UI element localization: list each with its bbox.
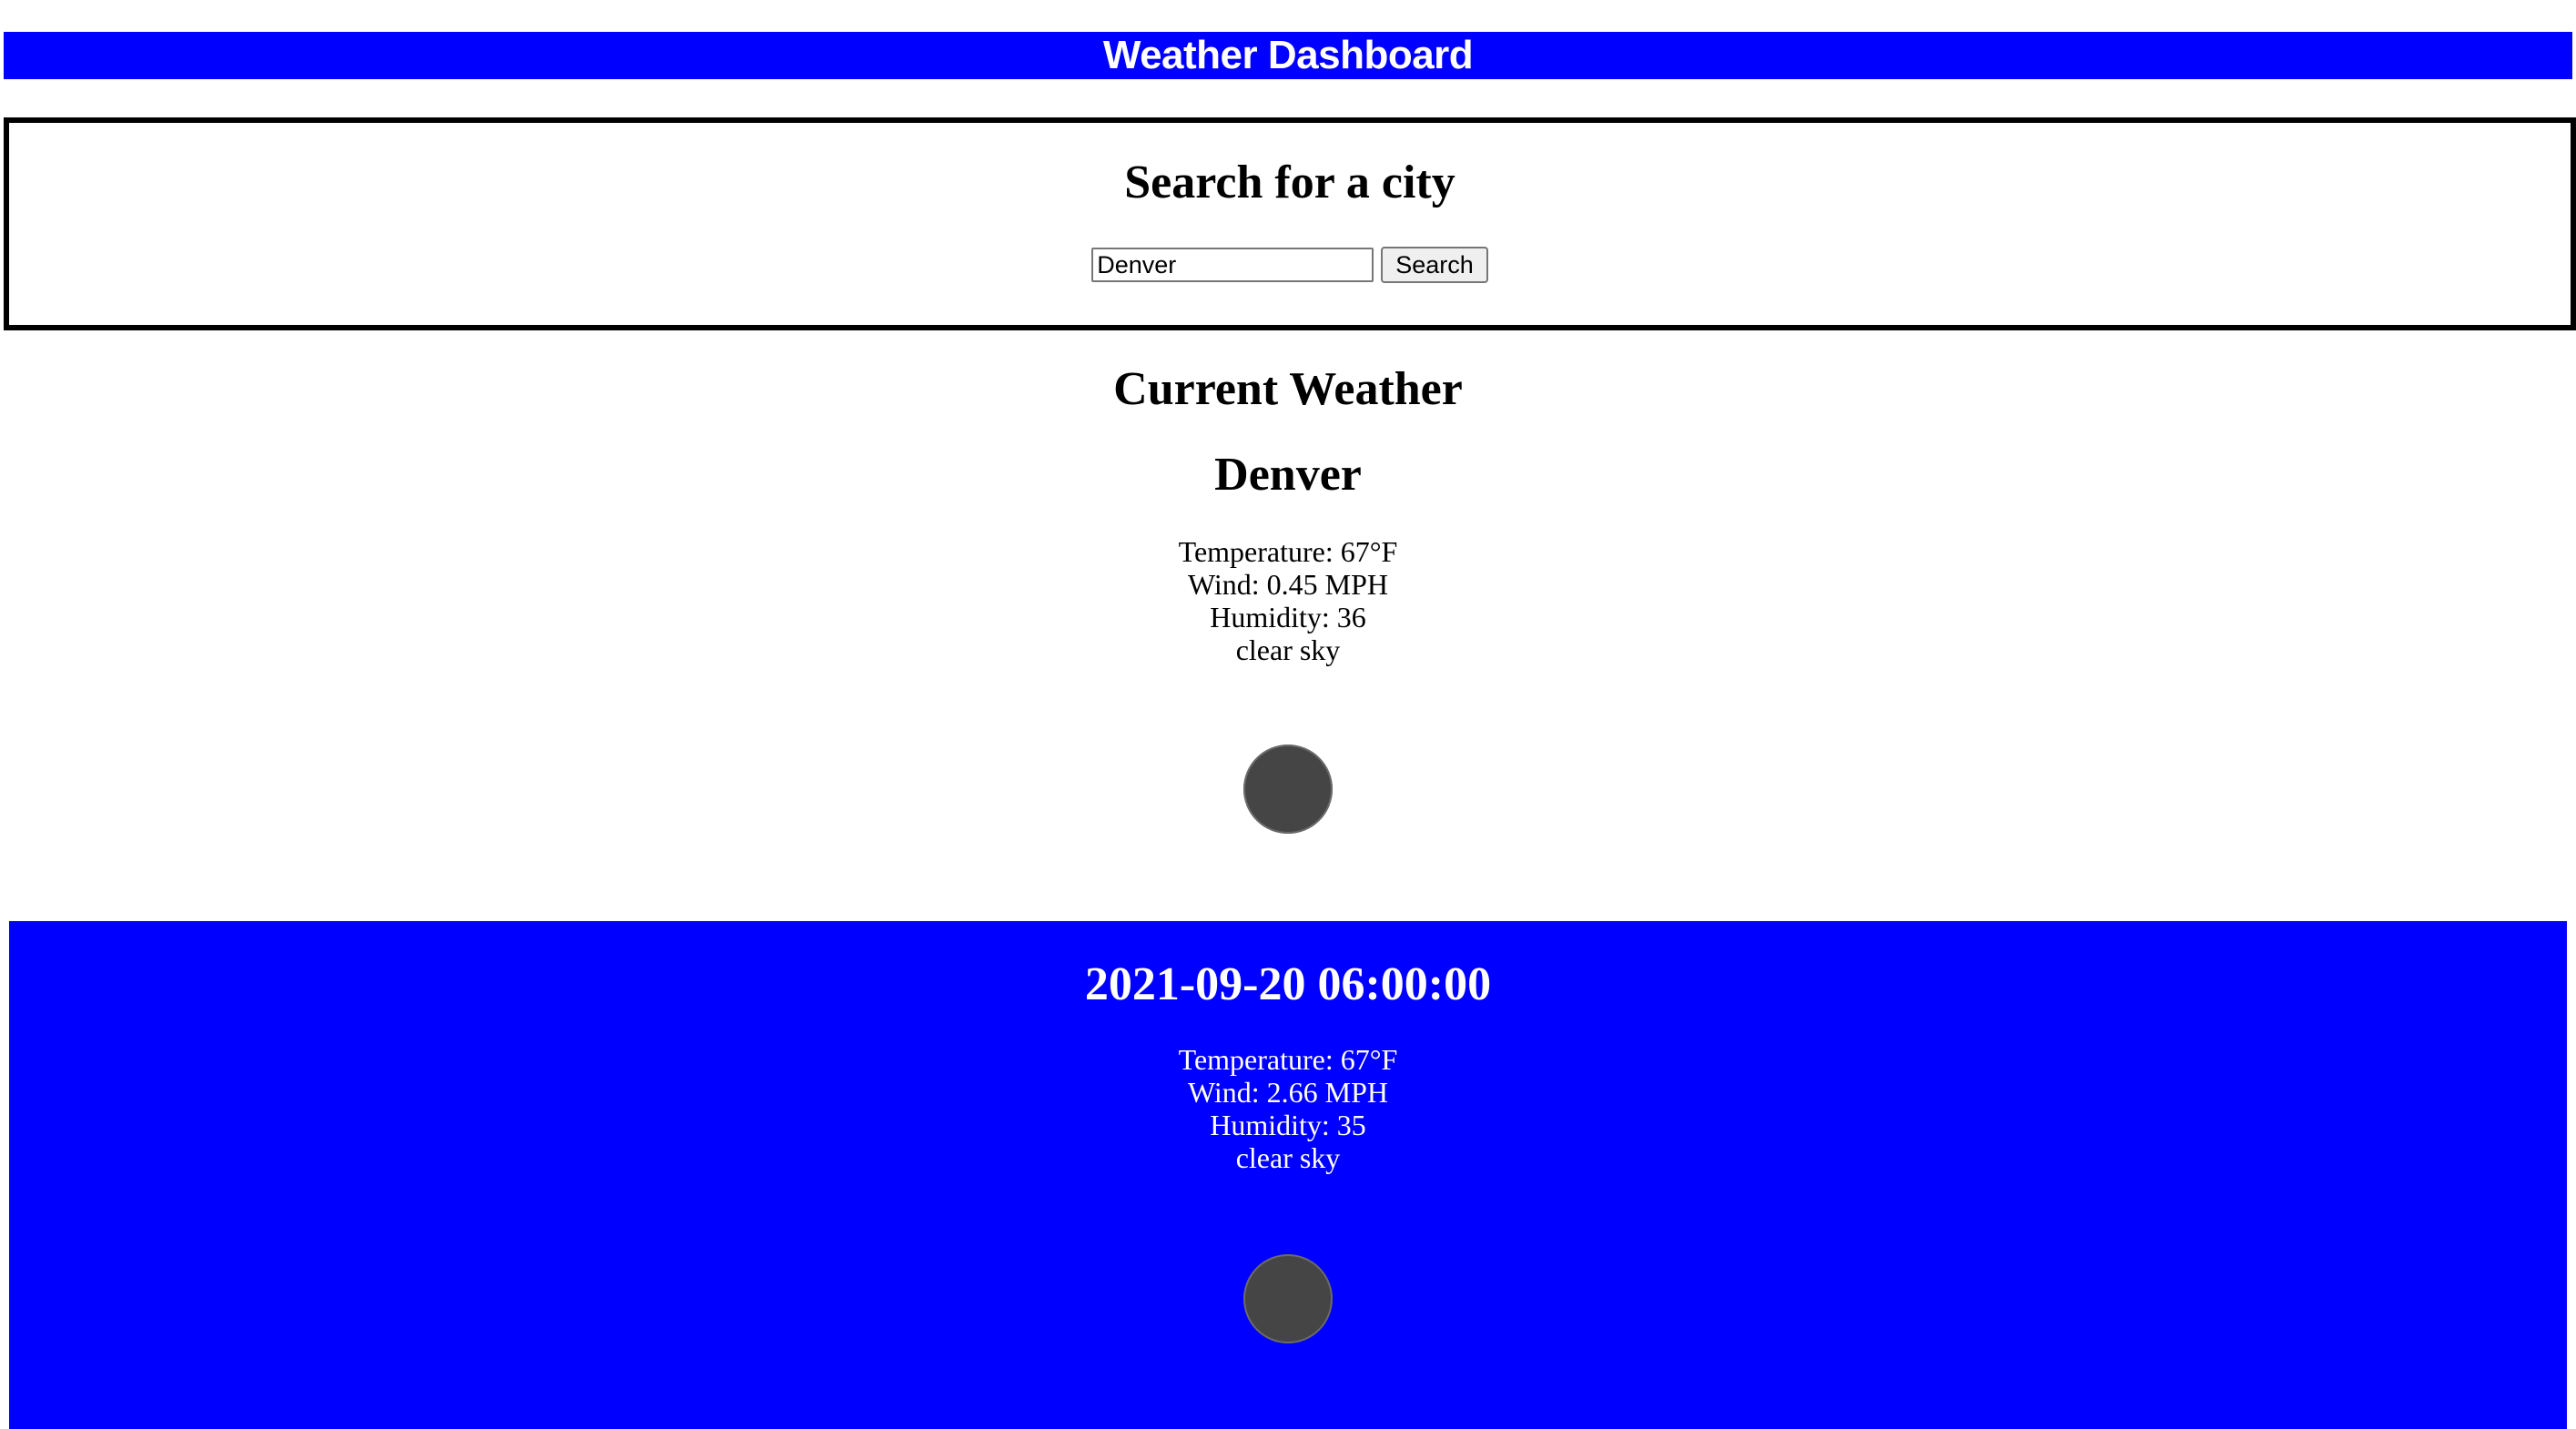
forecast-wind: Wind: 2.66 MPH	[1187, 1076, 1389, 1109]
city-search-input[interactable]	[1091, 248, 1374, 282]
search-form: Search	[9, 247, 2571, 283]
forecast-weather-stats: Temperature: 67°F Wind: 2.66 MPH Humidit…	[9, 1043, 2567, 1174]
current-description: clear sky	[1235, 633, 1341, 666]
current-wind: Wind: 0.45 MPH	[1187, 568, 1389, 601]
search-heading: Search for a city	[1124, 157, 1455, 208]
forecast-weather-icon	[1243, 1254, 1333, 1343]
forecast-description: clear sky	[1235, 1141, 1341, 1174]
current-weather-stats: Temperature: 67°F Wind: 0.45 MPH Humidit…	[0, 535, 2576, 666]
search-button[interactable]: Search	[1381, 247, 1488, 283]
forecast-humidity: Humidity: 35	[1210, 1109, 1366, 1141]
current-temperature: Temperature: 67°F	[1178, 535, 1398, 568]
current-humidity: Humidity: 36	[1210, 601, 1366, 633]
search-section: Search for a city Search	[4, 117, 2576, 330]
forecast-temperature: Temperature: 67°F	[1178, 1043, 1398, 1076]
current-weather-icon	[1243, 745, 1333, 834]
page-title: Weather Dashboard	[1102, 33, 1474, 77]
current-weather-heading: Current Weather	[1113, 363, 1463, 415]
header-bar: Weather Dashboard	[4, 32, 2572, 79]
current-city-name: Denver	[1214, 449, 1362, 501]
forecast-datetime: 2021-09-20 06:00:00	[1084, 958, 1492, 1010]
forecast-card: 2021-09-20 06:00:00 Temperature: 67°F Wi…	[9, 921, 2567, 1429]
